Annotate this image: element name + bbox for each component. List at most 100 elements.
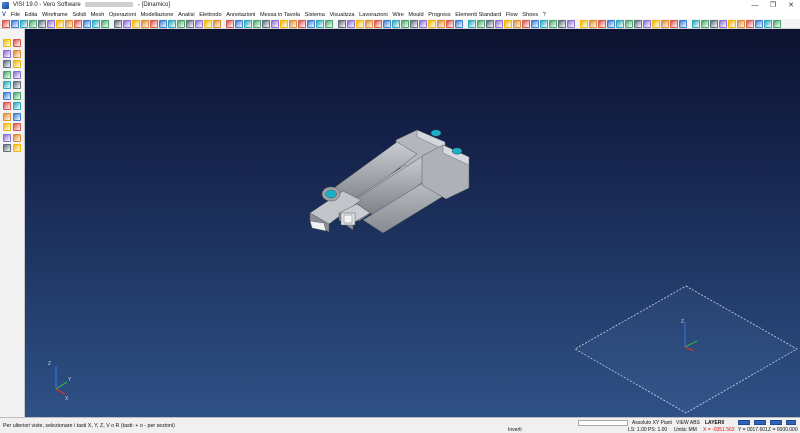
toolbar-tool-icon[interactable]	[437, 20, 445, 28]
graphics-viewport[interactable]: Z Z Y X	[25, 29, 800, 417]
toolbar-tool-icon[interactable]	[401, 20, 409, 28]
menu-item-lavorazioni[interactable]: Lavorazioni	[359, 12, 388, 18]
toolbar-tool-icon[interactable]	[226, 20, 234, 28]
left-tool-icon[interactable]	[3, 112, 11, 121]
toolbar-tool-icon[interactable]	[195, 20, 203, 28]
menu-item-annotazioni[interactable]: Annotazioni	[226, 12, 255, 18]
left-tool-icon[interactable]	[3, 133, 11, 142]
menu-item-edita[interactable]: Edita	[25, 12, 38, 18]
toolbar-tool-icon[interactable]	[132, 20, 140, 28]
toolbar-tool-icon[interactable]	[123, 20, 131, 28]
toolbar-tool-icon[interactable]	[410, 20, 418, 28]
menu-item-messa-in-tavola[interactable]: Messa in Tavola	[260, 12, 300, 18]
toolbar-tool-icon[interactable]	[289, 20, 297, 28]
left-tool-icon[interactable]	[3, 49, 11, 58]
toolbar-tool-icon[interactable]	[141, 20, 149, 28]
command-input[interactable]	[578, 420, 628, 426]
toolbar-tool-icon[interactable]	[558, 20, 566, 28]
left-tool-icon[interactable]	[3, 91, 11, 100]
toolbar-tool-icon[interactable]	[383, 20, 391, 28]
toolbar-tool-icon[interactable]	[643, 20, 651, 28]
toolbar-tool-icon[interactable]	[652, 20, 660, 28]
toolbar-tool-icon[interactable]	[213, 20, 221, 28]
viewport-canvas[interactable]: Z Z Y X	[25, 29, 800, 417]
toolbar-tool-icon[interactable]	[455, 20, 463, 28]
menu-item-elettrodo[interactable]: Elettrodo	[199, 12, 221, 18]
toolbar-tool-icon[interactable]	[589, 20, 597, 28]
toolbar-tool-icon[interactable]	[468, 20, 476, 28]
toolbar-tool-icon[interactable]	[495, 20, 503, 28]
left-tool-icon[interactable]	[3, 102, 11, 110]
toolbar-tool-icon[interactable]	[114, 20, 122, 28]
toolbar-tool-icon[interactable]	[186, 20, 194, 28]
toolbar-tool-icon[interactable]	[56, 20, 64, 28]
toolbar-tool-icon[interactable]	[204, 20, 212, 28]
toolbar-tool-icon[interactable]	[670, 20, 678, 28]
toolbar-tool-icon[interactable]	[728, 20, 736, 28]
menu-item-mould[interactable]: Mould	[408, 12, 423, 18]
cad-part-model[interactable]	[309, 129, 470, 234]
toolbar-tool-icon[interactable]	[253, 20, 261, 28]
left-tool-icon[interactable]	[3, 39, 11, 47]
left-tool-icon[interactable]	[3, 70, 11, 79]
toolbar-tool-icon[interactable]	[504, 20, 512, 28]
toolbar-tool-icon[interactable]	[719, 20, 727, 28]
toolbar-tool-icon[interactable]	[298, 20, 306, 28]
toolbar-tool-icon[interactable]	[522, 20, 530, 28]
toolbar-tool-icon[interactable]	[634, 20, 642, 28]
menu-item-operazioni[interactable]: Operazioni	[109, 12, 136, 18]
inverti-button[interactable]: Inverti	[508, 427, 522, 433]
toolbar-tool-icon[interactable]	[316, 20, 324, 28]
status-toggle-2[interactable]	[754, 420, 766, 425]
left-tool-icon[interactable]	[13, 70, 21, 79]
menu-item-mesh[interactable]: Mesh	[91, 12, 105, 18]
left-tool-icon[interactable]	[3, 144, 11, 152]
toolbar-tool-icon[interactable]	[47, 20, 55, 28]
left-tool-icon[interactable]	[13, 102, 21, 110]
left-tool-icon[interactable]	[13, 144, 21, 152]
menu-item-solidi[interactable]: Solidi	[72, 12, 86, 18]
toolbar-tool-icon[interactable]	[755, 20, 763, 28]
left-tool-icon[interactable]	[3, 123, 11, 131]
toolbar-tool-icon[interactable]	[307, 20, 315, 28]
toolbar-tool-icon[interactable]	[580, 20, 588, 28]
visi-menu-logo-icon[interactable]: V	[2, 12, 8, 18]
toolbar-tool-icon[interactable]	[65, 20, 73, 28]
left-tool-icon[interactable]	[3, 81, 11, 89]
left-tool-icon[interactable]	[3, 60, 11, 68]
menu-item-wireframe[interactable]: Wireframe	[42, 12, 68, 18]
toolbar-tool-icon[interactable]	[540, 20, 548, 28]
toolbar-tool-icon[interactable]	[356, 20, 364, 28]
status-toggle-1[interactable]	[738, 420, 750, 425]
toolbar-tool-icon[interactable]	[392, 20, 400, 28]
toolbar-tool-icon[interactable]	[11, 20, 19, 28]
minimize-button[interactable]: —	[746, 0, 764, 10]
toolbar-tool-icon[interactable]	[29, 20, 37, 28]
menu-item-wire[interactable]: Wire	[392, 12, 404, 18]
toolbar-tool-icon[interactable]	[567, 20, 575, 28]
menu-item-progress[interactable]: Progress	[428, 12, 450, 18]
toolbar-tool-icon[interactable]	[338, 20, 346, 28]
left-tool-icon[interactable]	[13, 133, 21, 142]
left-tool-icon[interactable]	[13, 123, 21, 131]
toolbar-tool-icon[interactable]	[773, 20, 781, 28]
menu-item-help[interactable]: ?	[543, 12, 546, 18]
toolbar-tool-icon[interactable]	[513, 20, 521, 28]
toolbar-tool-icon[interactable]	[625, 20, 633, 28]
toolbar-tool-icon[interactable]	[737, 20, 745, 28]
toolbar-tool-icon[interactable]	[764, 20, 772, 28]
toolbar-tool-icon[interactable]	[428, 20, 436, 28]
menu-item-visualizza[interactable]: Visualizza	[329, 12, 354, 18]
toolbar-tool-icon[interactable]	[74, 20, 82, 28]
toolbar-tool-icon[interactable]	[446, 20, 454, 28]
toolbar-tool-icon[interactable]	[280, 20, 288, 28]
toolbar-tool-icon[interactable]	[365, 20, 373, 28]
toolbar-tool-icon[interactable]	[177, 20, 185, 28]
toolbar-tool-icon[interactable]	[486, 20, 494, 28]
toolbar-tool-icon[interactable]	[607, 20, 615, 28]
menu-item-file[interactable]: File	[11, 12, 20, 18]
left-tool-icon[interactable]	[13, 39, 21, 47]
left-tool-icon[interactable]	[13, 91, 21, 100]
left-tool-icon[interactable]	[13, 49, 21, 58]
assoluto-label[interactable]: Assoluto XY Piant	[632, 420, 672, 426]
